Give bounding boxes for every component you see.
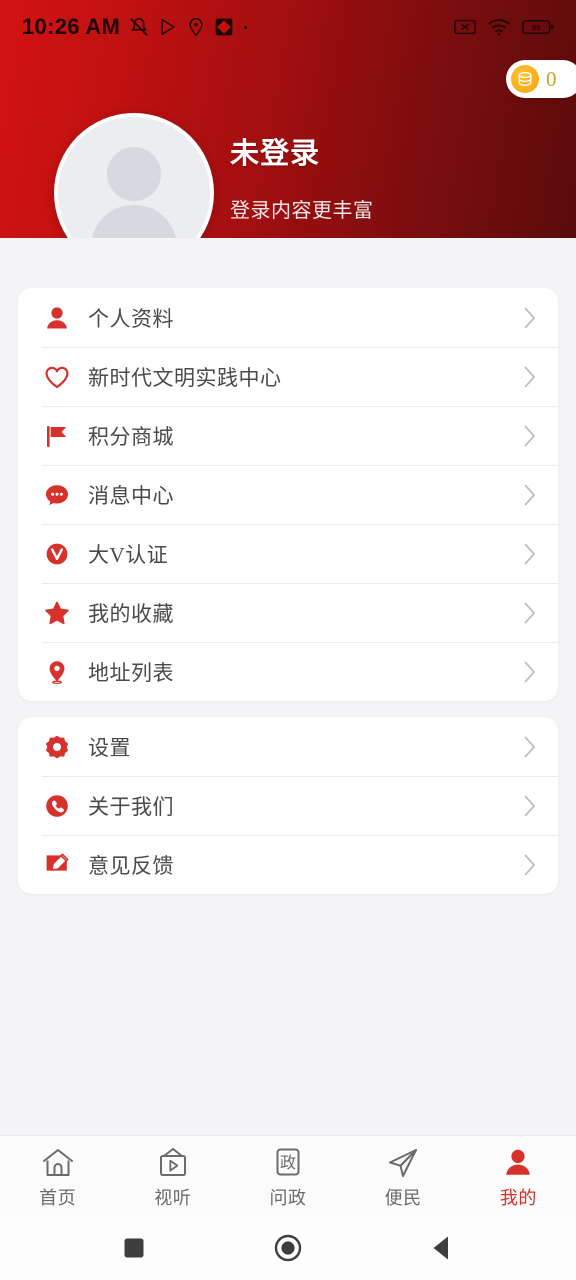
chevron-right-icon — [524, 854, 536, 876]
menu-item-profile[interactable]: 个人资料 — [18, 288, 558, 347]
bottom-tab-bar: 首页 视听 政 问政 便民 我的 — [0, 1135, 576, 1215]
flag-icon — [42, 421, 72, 451]
menu-item-feedback[interactable]: 意见反馈 — [18, 835, 558, 894]
location-pin-icon — [186, 17, 206, 37]
status-bar-right: 58 — [454, 17, 554, 37]
menu-item-label: 关于我们 — [88, 794, 174, 819]
location-pin-icon — [42, 657, 72, 687]
menu-item-label: 意见反馈 — [88, 853, 174, 878]
profile-info: 未登录 登录内容更丰富 — [230, 130, 374, 223]
chevron-right-icon — [524, 602, 536, 624]
phone-screen: 10:26 AM 58 0 未登录 登录内容更丰富 个人资料 新时代文明实践中心… — [0, 0, 576, 1280]
tab-label: 首页 — [39, 1188, 77, 1208]
play-store-icon — [158, 17, 178, 37]
profile-name: 未登录 — [230, 138, 321, 170]
mute-bell-icon — [128, 16, 150, 38]
battery-icon: 58 — [522, 18, 554, 36]
tv-play-icon — [156, 1145, 190, 1181]
menu-group-secondary: 设置 关于我们 意见反馈 — [18, 717, 558, 894]
coin-icon — [511, 65, 539, 93]
status-time: 10:26 AM — [22, 14, 121, 39]
coin-badge[interactable]: 0 — [506, 60, 576, 98]
user-icon — [42, 303, 72, 333]
person-icon — [501, 1145, 535, 1181]
status-bar-left: 10:26 AM — [22, 14, 248, 40]
system-navigation-bar — [0, 1215, 576, 1280]
menu-item-address-list[interactable]: 地址列表 — [18, 642, 558, 701]
star-icon — [42, 598, 72, 628]
menu-item-label: 我的收藏 — [88, 601, 174, 626]
profile-subtitle: 登录内容更丰富 — [230, 200, 374, 222]
tab-label: 视听 — [154, 1188, 192, 1208]
tab-mine[interactable]: 我的 — [461, 1145, 576, 1210]
menu-item-label: 个人资料 — [88, 306, 174, 331]
profile-header: 10:26 AM 58 0 未登录 登录内容更丰富 — [0, 0, 576, 238]
chevron-right-icon — [524, 366, 536, 388]
chevron-right-icon — [524, 307, 536, 329]
chevron-right-icon — [524, 425, 536, 447]
chevron-right-icon — [524, 661, 536, 683]
menu-item-settings[interactable]: 设置 — [18, 717, 558, 776]
zheng-box-icon: 政 — [271, 1145, 305, 1181]
menu-item-label: 积分商城 — [88, 424, 174, 449]
chat-bubble-icon — [42, 480, 72, 510]
paper-plane-icon — [386, 1145, 420, 1181]
menu-group-primary: 个人资料 新时代文明实践中心 积分商城 消息中心 大V认证 我的收藏 地址列表 — [18, 288, 558, 701]
menu-item-label: 消息中心 — [88, 483, 174, 508]
heart-icon — [42, 362, 72, 392]
menu-item-points-mall[interactable]: 积分商城 — [18, 406, 558, 465]
coin-count: 0 — [546, 66, 557, 91]
no-sim-icon — [454, 17, 476, 37]
wifi-icon — [487, 17, 511, 37]
tab-video[interactable]: 视听 — [115, 1145, 230, 1210]
svg-text:政: 政 — [280, 1154, 296, 1172]
menu-item-v-certification[interactable]: 大V认证 — [18, 524, 558, 583]
tab-services[interactable]: 便民 — [346, 1145, 461, 1210]
avatar[interactable] — [54, 113, 214, 238]
back-triangle-icon[interactable] — [419, 1225, 465, 1271]
menu-item-civilization-center[interactable]: 新时代文明实践中心 — [18, 347, 558, 406]
tab-home[interactable]: 首页 — [0, 1145, 115, 1210]
menu-item-favorites[interactable]: 我的收藏 — [18, 583, 558, 642]
chevron-right-icon — [524, 543, 536, 565]
tab-label: 便民 — [384, 1188, 422, 1208]
status-bar: 10:26 AM 58 — [0, 0, 576, 54]
menu-item-label: 设置 — [88, 735, 131, 760]
menu-item-message-center[interactable]: 消息中心 — [18, 465, 558, 524]
recents-square-icon[interactable] — [111, 1225, 157, 1271]
svg-text:58: 58 — [532, 23, 540, 32]
verified-v-icon — [42, 539, 72, 569]
chevron-right-icon — [524, 484, 536, 506]
home-circle-icon[interactable] — [265, 1225, 311, 1271]
status-extra-dot — [244, 25, 248, 29]
chevron-right-icon — [524, 736, 536, 758]
pencil-icon — [42, 850, 72, 880]
menu-item-label: 大V认证 — [88, 542, 169, 567]
app-diamond-icon — [214, 17, 234, 37]
tab-label: 问政 — [269, 1188, 307, 1208]
tab-label: 我的 — [499, 1188, 537, 1208]
gear-icon — [42, 732, 72, 762]
chevron-right-icon — [524, 795, 536, 817]
menu-item-label: 地址列表 — [88, 660, 174, 685]
menu-item-label: 新时代文明实践中心 — [88, 365, 282, 390]
phone-icon — [42, 791, 72, 821]
menu-content: 个人资料 新时代文明实践中心 积分商城 消息中心 大V认证 我的收藏 地址列表 … — [0, 238, 576, 1135]
menu-item-about-us[interactable]: 关于我们 — [18, 776, 558, 835]
tab-government[interactable]: 政 问政 — [230, 1145, 345, 1210]
home-icon — [41, 1145, 75, 1181]
